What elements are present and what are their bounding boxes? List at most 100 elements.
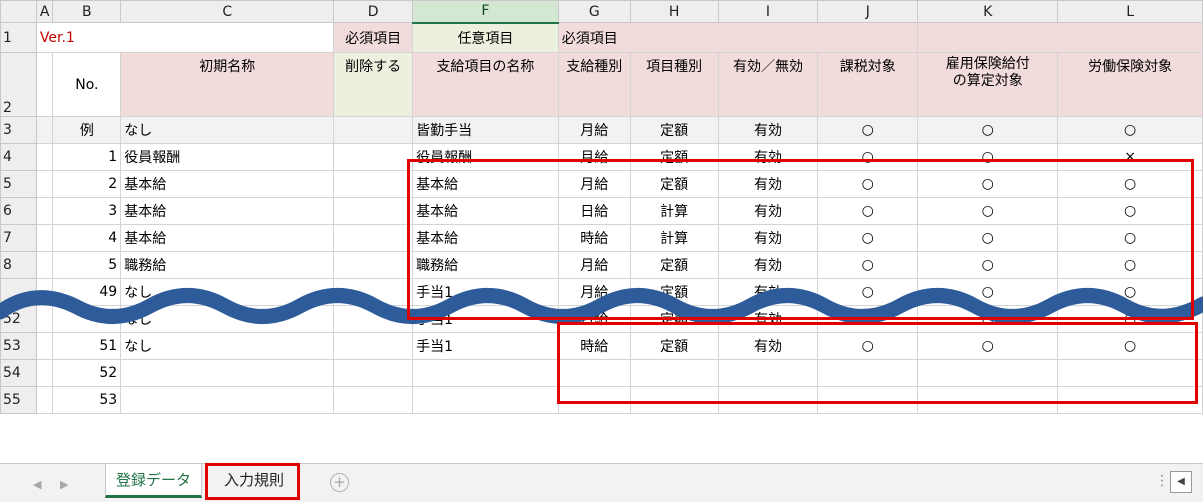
cell[interactable] [35,386,54,414]
required-header-fill[interactable] [917,22,1203,53]
row-header[interactable]: 7 [0,224,37,252]
example-name[interactable]: なし [120,116,335,144]
data-pay-type[interactable] [557,359,631,387]
example-labor[interactable]: ○ [1057,116,1203,144]
taxable-header[interactable]: 課税対象 [817,52,919,117]
valid-header[interactable]: 有効／無効 [717,52,819,117]
row-header[interactable]: 8 [0,251,37,279]
item-type-header[interactable]: 項目種別 [629,52,719,117]
data-no[interactable]: 4 [52,224,122,252]
no-header[interactable]: No. [52,52,122,117]
required-header-left[interactable]: 必須項目 [333,22,414,53]
col-header-f[interactable]: F [412,0,559,24]
col-header-l[interactable]: L [1057,0,1203,23]
col-header-j[interactable]: J [817,0,919,23]
data-no[interactable]: 53 [52,386,122,414]
row-header[interactable]: 2 [0,52,37,117]
data-delete[interactable] [333,170,414,198]
data-item-type[interactable] [629,359,719,387]
row-header[interactable]: 53 [0,332,37,360]
cell-a2[interactable] [35,52,54,117]
data-valid[interactable]: 有効 [717,197,819,225]
col-header-h[interactable]: H [629,0,719,23]
col-header-b[interactable]: B [52,0,122,23]
scroll-left-icon[interactable]: ◀ [1170,471,1192,493]
tab-registration-data[interactable]: 登録データ [105,464,202,498]
data-name[interactable]: 基本給 [120,197,335,225]
cell[interactable] [35,359,54,387]
employment-insurance-header[interactable]: 雇用保険給付 の算定対象 [917,52,1059,117]
data-name[interactable]: 職務給 [120,251,335,279]
data-emp[interactable]: ○ [917,143,1059,171]
example-taxable[interactable]: ○ [817,116,919,144]
data-no[interactable]: 3 [52,197,122,225]
data-valid[interactable]: 有効 [717,224,819,252]
data-taxable[interactable]: ○ [817,170,919,198]
data-valid[interactable] [717,359,819,387]
data-emp[interactable] [917,359,1059,387]
data-delete[interactable] [333,359,414,387]
cell[interactable] [35,143,54,171]
cell[interactable] [35,224,54,252]
prev-sheet-icon[interactable]: ◀ [33,478,41,491]
col-header-i[interactable]: I [717,0,819,23]
data-valid[interactable]: 有効 [717,170,819,198]
row-header[interactable]: 4 [0,143,37,171]
example-emp[interactable]: ○ [917,116,1059,144]
data-delete[interactable] [333,197,414,225]
data-pay-item[interactable] [412,386,559,414]
row-header[interactable]: 55 [0,386,37,414]
data-pay-type[interactable]: 月給 [557,170,631,198]
data-taxable[interactable]: ○ [817,224,919,252]
data-valid[interactable]: 有効 [717,332,819,360]
data-emp[interactable]: ○ [917,170,1059,198]
col-header-d[interactable]: D [333,0,414,23]
data-emp[interactable]: ○ [917,251,1059,279]
row-header[interactable]: 1 [0,22,37,53]
add-sheet-icon[interactable]: + [330,473,349,492]
delete-header[interactable]: 削除する [333,52,414,117]
example-no[interactable]: 例 [52,116,122,144]
optional-header[interactable]: 任意項目 [412,22,559,53]
data-pay-item[interactable]: 職務給 [412,251,559,279]
data-no[interactable]: 52 [52,359,122,387]
data-name[interactable]: なし [120,332,335,360]
data-labor[interactable]: ○ [1057,197,1203,225]
cell[interactable] [35,197,54,225]
labor-insurance-header[interactable]: 労働保険対象 [1057,52,1203,117]
data-valid[interactable] [717,386,819,414]
data-name[interactable] [120,359,335,387]
col-header-k[interactable]: K [917,0,1059,23]
data-pay-item[interactable]: 基本給 [412,170,559,198]
row-header[interactable]: 5 [0,170,37,198]
data-taxable[interactable]: ○ [817,143,919,171]
initial-name-header[interactable]: 初期名称 [120,52,335,117]
more-dots-icon[interactable]: ⋮ [1155,473,1169,489]
data-emp[interactable]: ○ [917,224,1059,252]
data-name[interactable]: 基本給 [120,224,335,252]
data-taxable[interactable]: ○ [817,251,919,279]
data-no[interactable]: 2 [52,170,122,198]
data-emp[interactable]: ○ [917,197,1059,225]
data-item-type[interactable]: 定額 [629,251,719,279]
data-labor[interactable]: ○ [1057,224,1203,252]
data-delete[interactable] [333,224,414,252]
data-pay-item[interactable]: 基本給 [412,224,559,252]
data-labor[interactable]: ○ [1057,170,1203,198]
data-taxable[interactable]: ○ [817,332,919,360]
data-taxable[interactable]: ○ [817,197,919,225]
data-delete[interactable] [333,332,414,360]
data-item-type[interactable]: 定額 [629,143,719,171]
data-emp[interactable] [917,386,1059,414]
data-taxable[interactable] [817,359,919,387]
cell[interactable] [35,332,54,360]
data-name[interactable]: 基本給 [120,170,335,198]
data-item-type[interactable]: 計算 [629,224,719,252]
data-name[interactable] [120,386,335,414]
data-no[interactable]: 1 [52,143,122,171]
cell[interactable] [35,251,54,279]
cell[interactable] [35,170,54,198]
pay-item-name-header[interactable]: 支給項目の名称 [412,52,559,117]
example-item-type[interactable]: 定額 [629,116,719,144]
data-no[interactable]: 51 [52,332,122,360]
